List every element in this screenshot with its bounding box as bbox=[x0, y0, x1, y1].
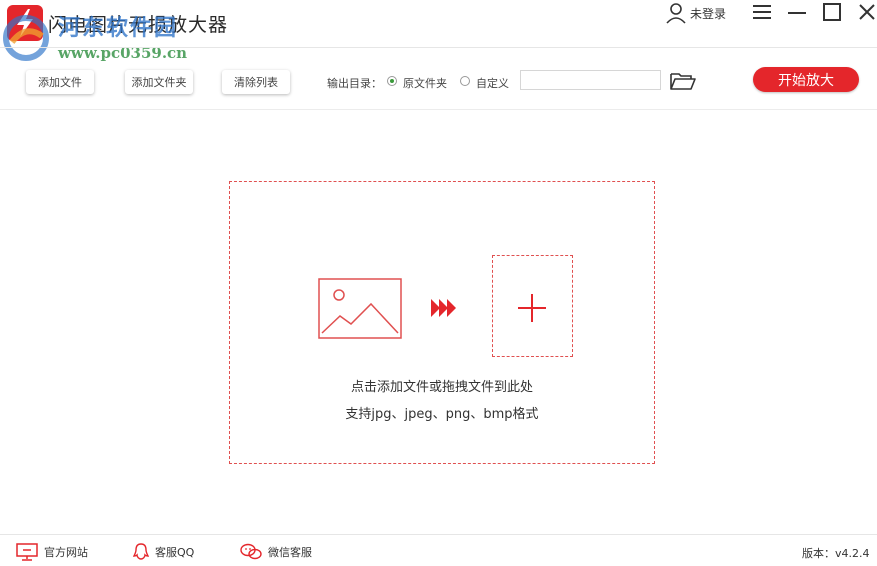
qq-icon bbox=[133, 543, 149, 560]
start-enlarge-button[interactable]: 开始放大 bbox=[753, 67, 859, 92]
qq-support-label: 客服QQ bbox=[155, 546, 195, 559]
add-placeholder-box[interactable] bbox=[492, 255, 573, 357]
radio-original-folder[interactable] bbox=[387, 76, 397, 86]
plus-icon bbox=[518, 294, 546, 322]
fast-forward-icon bbox=[431, 299, 456, 317]
menu-button[interactable] bbox=[752, 2, 772, 22]
folder-open-icon bbox=[670, 73, 696, 90]
version-label: 版本：v4.2.4 bbox=[802, 547, 870, 560]
file-drop-zone[interactable]: 点击添加文件或拖拽文件到此处 支持jpg、jpeg、png、bmp格式 bbox=[229, 181, 655, 464]
radio-custom-label[interactable]: 自定义 bbox=[476, 75, 509, 91]
radio-original-folder-label[interactable]: 原文件夹 bbox=[403, 75, 447, 91]
user-icon bbox=[666, 3, 686, 24]
official-website-label: 官方网站 bbox=[44, 546, 88, 559]
minimize-icon bbox=[788, 12, 806, 14]
monitor-icon bbox=[16, 543, 38, 561]
maximize-button[interactable] bbox=[822, 2, 842, 22]
menu-icon bbox=[753, 5, 771, 19]
official-website-link[interactable]: 官方网站 bbox=[16, 543, 88, 561]
output-path-input[interactable] bbox=[520, 70, 661, 90]
footer-divider bbox=[0, 534, 877, 535]
browse-folder-button[interactable] bbox=[669, 70, 697, 92]
drop-hint: 点击添加文件或拖拽文件到此处 bbox=[350, 380, 533, 395]
minimize-button[interactable] bbox=[787, 2, 807, 22]
close-button[interactable] bbox=[857, 2, 877, 22]
add-file-button[interactable]: 添加文件 bbox=[26, 70, 94, 94]
image-icon bbox=[318, 278, 402, 339]
wechat-support-label: 微信客服 bbox=[268, 546, 312, 559]
toolbar-divider bbox=[0, 109, 877, 110]
app-title: 闪电图片无损放大器 bbox=[48, 14, 229, 36]
radio-custom[interactable] bbox=[460, 76, 470, 86]
title-bar: 闪电图片无损放大器 河东软件园 www.pc0359.cn 未登录 bbox=[0, 0, 877, 62]
clear-list-button[interactable]: 清除列表 bbox=[222, 70, 290, 94]
wechat-support-link[interactable]: 微信客服 bbox=[240, 543, 312, 561]
close-icon bbox=[859, 4, 875, 20]
login-button[interactable]: 未登录 bbox=[665, 2, 726, 24]
app-logo-icon bbox=[7, 5, 43, 41]
qq-support-link[interactable]: 客服QQ bbox=[133, 543, 194, 561]
supported-formats: 支持jpg、jpeg、png、bmp格式 bbox=[345, 407, 539, 422]
output-dir-label: 输出目录： bbox=[327, 77, 382, 90]
maximize-icon bbox=[823, 3, 841, 21]
title-divider bbox=[0, 47, 877, 48]
add-folder-button[interactable]: 添加文件夹 bbox=[125, 70, 193, 94]
wechat-icon bbox=[240, 543, 262, 560]
login-label: 未登录 bbox=[690, 6, 727, 21]
